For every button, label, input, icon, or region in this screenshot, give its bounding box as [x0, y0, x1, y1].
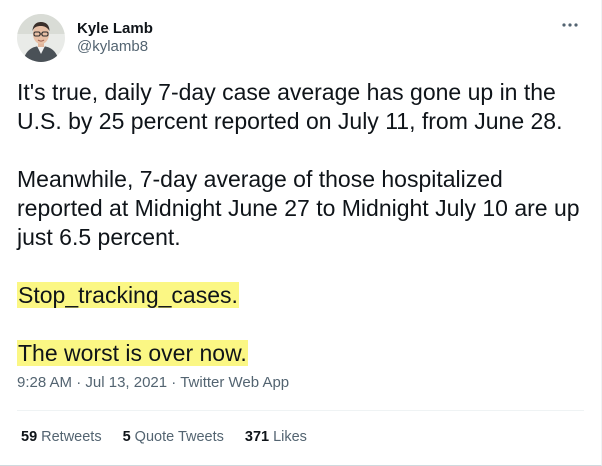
engagement-stats: 59 Retweets 5 Quote Tweets 371 Likes — [21, 429, 328, 445]
tweet-text: It's true, daily 7-day case average has … — [17, 78, 587, 368]
more-options-button[interactable] — [559, 16, 581, 34]
tweet-date[interactable]: Jul 13, 2021 — [85, 374, 167, 391]
meta-separator: · — [72, 374, 86, 391]
meta-separator: · — [167, 374, 181, 391]
quote-tweets-count: 5 — [122, 429, 131, 445]
highlighted-text: Stop_tracking_cases. — [17, 282, 239, 308]
retweets-stat[interactable]: 59 Retweets — [21, 429, 102, 445]
author-handle[interactable]: @kylamb8 — [77, 38, 153, 56]
avatar[interactable] — [17, 14, 65, 62]
author-names: Kyle Lamb @kylamb8 — [77, 20, 153, 56]
tweet-card: Kyle Lamb @kylamb8 It's true, daily 7-da… — [0, 0, 602, 466]
tweet-time[interactable]: 9:28 AM — [17, 374, 72, 391]
divider — [17, 410, 584, 411]
tweet-paragraph-4: The worst is over now. — [17, 339, 587, 368]
retweets-count: 59 — [21, 429, 38, 445]
tweet-paragraph-1: It's true, daily 7-day case average has … — [17, 79, 563, 134]
retweets-label: Retweets — [41, 429, 102, 445]
quote-tweets-stat[interactable]: 5 Quote Tweets — [123, 429, 224, 445]
tweet-paragraph-3: Stop_tracking_cases. — [17, 281, 587, 310]
tweet-source[interactable]: Twitter Web App — [180, 374, 289, 391]
tweet-paragraph-2: Meanwhile, 7-day average of those hospit… — [17, 166, 580, 250]
avatar-image — [17, 14, 65, 62]
author-display-name[interactable]: Kyle Lamb — [77, 20, 153, 38]
likes-count: 371 — [244, 429, 270, 445]
tweet-metadata: 9:28 AM · Jul 13, 2021 · Twitter Web App — [17, 374, 289, 391]
likes-label: Likes — [273, 429, 307, 445]
more-horizontal-icon — [562, 23, 578, 27]
highlighted-text: The worst is over now. — [17, 340, 248, 366]
likes-stat[interactable]: 371 Likes — [245, 429, 307, 445]
quote-tweets-label: Quote Tweets — [134, 429, 224, 445]
tweet-header: Kyle Lamb @kylamb8 — [17, 14, 153, 62]
